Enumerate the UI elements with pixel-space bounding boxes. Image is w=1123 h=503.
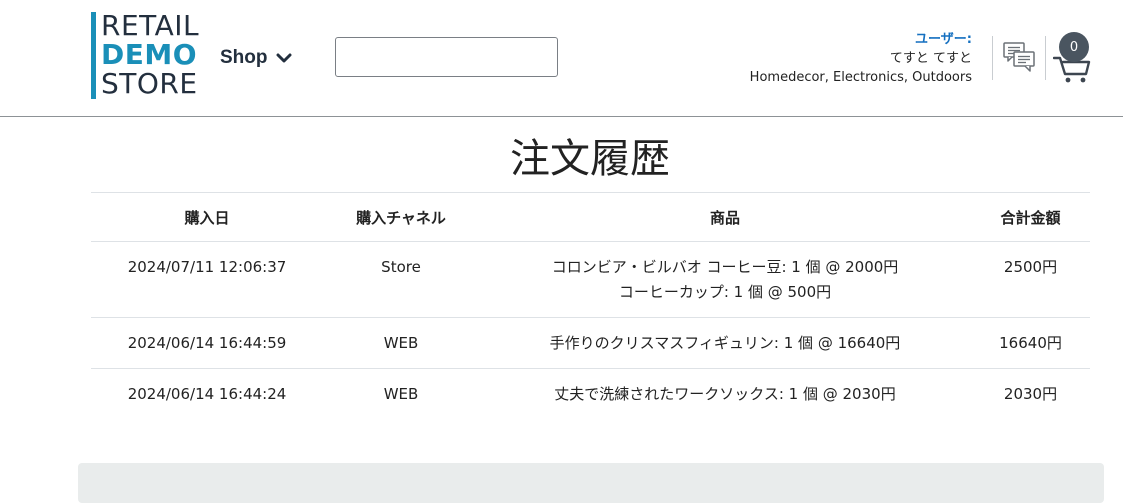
header-divider (992, 36, 993, 80)
order-total: 2500円 (971, 241, 1090, 318)
order-item: 手作りのクリスマスフィギュリン: 1 個 @ 16640円 (549, 334, 901, 352)
logo-line-2: DEMO (101, 38, 198, 71)
table-row: 2024/06/14 16:44:24 WEB 丈夫で洗練されたワークソックス:… (91, 369, 1090, 420)
chat-bubbles-icon[interactable] (1001, 40, 1037, 76)
order-date: 2024/07/11 12:06:37 (91, 241, 323, 318)
table-row: 2024/06/14 16:44:59 WEB 手作りのクリスマスフィギュリン:… (91, 317, 1090, 369)
order-item: コーヒーカップ: 1 個 @ 500円 (618, 283, 832, 301)
footer-panel (78, 463, 1104, 503)
site-header: RETAIL DEMO STORE Shop ユーザー: てすと てすと Hom… (0, 0, 1123, 117)
user-info: ユーザー: てすと てすと Homedecor, Electronics, Ou… (750, 30, 972, 87)
logo-accent-bar (91, 12, 96, 99)
order-item: 丈夫で洗練されたワークソックス: 1 個 @ 2030円 (554, 385, 896, 403)
logo-line-1: RETAIL (101, 9, 200, 42)
table-row: 2024/07/11 12:06:37 Store コロンビア・ビルバオ コーヒ… (91, 241, 1090, 318)
chevron-down-icon (276, 53, 291, 63)
cart-button[interactable]: 0 (1053, 32, 1093, 84)
order-channel: WEB (383, 385, 419, 403)
order-total: 2030円 (1003, 385, 1058, 403)
search-input[interactable] (354, 41, 557, 73)
order-items: コロンビア・ビルバオ コーヒー豆: 1 個 @ 2000円 コーヒーカップ: 1… (479, 241, 971, 318)
column-header-total: 合計金額 (971, 192, 1090, 242)
shop-menu-button[interactable]: Shop (220, 44, 292, 72)
search-box[interactable] (335, 37, 558, 77)
order-channel: Store (323, 241, 479, 318)
column-header-date: 購入日 (91, 192, 323, 242)
user-interests: Homedecor, Electronics, Outdoors (749, 70, 972, 85)
header-divider (1045, 36, 1046, 80)
brand-logo[interactable]: RETAIL DEMO STORE (91, 12, 201, 100)
order-item: コロンビア・ビルバオ コーヒー豆: 1 個 @ 2000円 (551, 258, 899, 276)
table-header-row: 購入日 購入チャネル 商品 合計金額 (91, 192, 1090, 242)
order-total: 16640円 (971, 317, 1090, 369)
order-history-table: 購入日 購入チャネル 商品 合計金額 2024/07/11 12:06:37 S… (91, 192, 1090, 419)
order-items: 丈夫で洗練されたワークソックス: 1 個 @ 2030円 (479, 369, 971, 420)
column-header-channel: 購入チャネル (323, 192, 479, 242)
user-name: てすと てすと (889, 51, 972, 66)
logo-line-3: STORE (101, 67, 198, 100)
cart-count-badge: 0 (1059, 32, 1089, 62)
page-title: 注文履歴 (510, 136, 670, 182)
shop-label: Shop (220, 47, 268, 68)
user-label-link[interactable]: ユーザー: (750, 30, 972, 49)
column-header-items: 商品 (479, 192, 971, 242)
order-items: 手作りのクリスマスフィギュリン: 1 個 @ 16640円 (479, 317, 971, 369)
order-date: 2024/06/14 16:44:24 (127, 385, 287, 403)
order-channel: WEB (323, 317, 479, 369)
order-date: 2024/06/14 16:44:59 (91, 317, 323, 369)
